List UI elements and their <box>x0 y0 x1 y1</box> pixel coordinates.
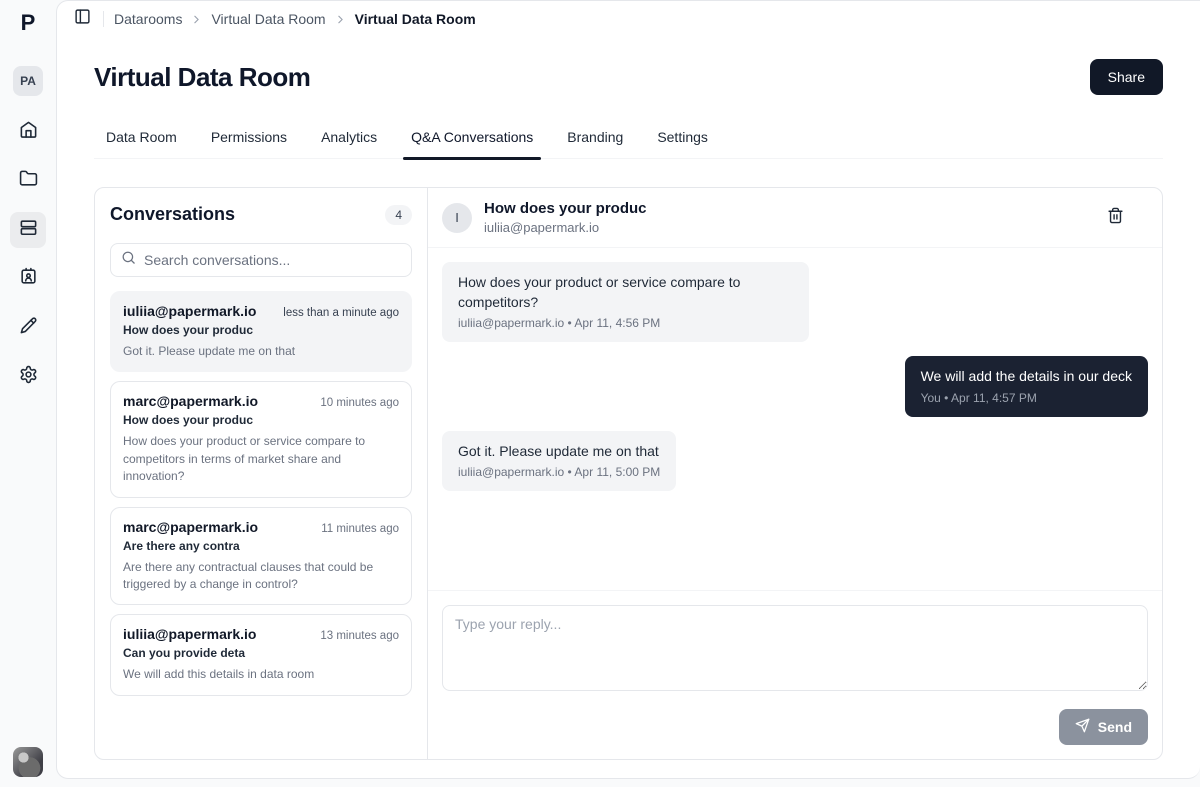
user-avatar[interactable] <box>13 747 43 777</box>
datarooms-icon <box>19 218 38 242</box>
sidebar: P PA <box>0 0 56 787</box>
conversation-email: marc@papermark.io <box>123 518 259 535</box>
conversations-title: Conversations <box>110 204 236 224</box>
pen-icon <box>19 316 38 340</box>
sidebar-item-contacts[interactable] <box>10 261 46 297</box>
tab-qa-conversations[interactable]: Q&A Conversations <box>403 125 542 160</box>
sidebar-item-home[interactable] <box>10 114 46 150</box>
app-logo: P <box>20 10 36 35</box>
chevron-right-icon <box>334 13 347 26</box>
trash-icon <box>1107 207 1124 229</box>
thread-title: How does your produc <box>484 200 647 217</box>
message-bubble: Got it. Please update me on that iuliia@… <box>442 430 677 492</box>
reply-area: Send <box>428 590 1162 759</box>
chevron-right-icon <box>190 13 203 26</box>
share-button[interactable]: Share <box>1089 59 1163 95</box>
conversation-email: iuliia@papermark.io <box>123 303 257 319</box>
thread-pane: I How does your produc iuliia@papermark.… <box>428 188 1162 759</box>
tab-settings[interactable]: Settings <box>655 125 710 158</box>
conversation-preview: Are there any contractual clauses that c… <box>123 559 374 591</box>
thread-header: I How does your produc iuliia@papermark.… <box>428 188 1162 248</box>
topbar-divider <box>103 11 104 27</box>
conversation-time: 11 minutes ago <box>321 522 399 535</box>
conversation-preview: Got it. Please update me on that <box>123 344 296 358</box>
page-title: Virtual Data Room <box>94 61 311 92</box>
breadcrumb-item-parent[interactable]: Virtual Data Room <box>211 11 325 27</box>
message-meta: iuliia@papermark.io • Apr 11, 5:00 PM <box>458 465 661 480</box>
thread-email: iuliia@papermark.io <box>484 220 600 235</box>
sidebar-item-datarooms[interactable] <box>10 212 46 248</box>
delete-conversation-button[interactable] <box>1100 203 1130 233</box>
conversation-title: Can you provide deta <box>123 646 246 661</box>
page-content: Virtual Data Room Share Data Room Permis… <box>57 37 1200 778</box>
panel-left-icon <box>74 8 91 30</box>
conversation-preview: How does your product or service compare… <box>123 434 366 484</box>
conversation-items: iuliia@papermark.io less than a minute a… <box>110 291 412 696</box>
message-meta: You • Apr 11, 4:57 PM <box>920 390 1037 405</box>
conversation-email: marc@papermark.io <box>123 393 259 410</box>
home-icon <box>19 120 38 144</box>
main-panel: Datarooms Virtual Data Room Virtual Data… <box>56 0 1200 779</box>
conversation-list-item[interactable]: iuliia@papermark.io 13 minutes ago Can y… <box>110 614 412 696</box>
page-header: Virtual Data Room Share <box>94 59 1163 95</box>
breadcrumb-item-datarooms[interactable]: Datarooms <box>114 11 182 27</box>
sidebar-item-settings[interactable] <box>10 359 46 395</box>
send-button[interactable]: Send <box>1058 709 1148 745</box>
tab-analytics[interactable]: Analytics <box>319 125 379 158</box>
sidebar-item-branding[interactable] <box>10 310 46 346</box>
topbar: Datarooms Virtual Data Room Virtual Data… <box>57 1 1200 37</box>
send-button-label: Send <box>1097 719 1132 735</box>
message-text: Got it. Please update me on that <box>458 442 659 459</box>
sidebar-item-folders[interactable] <box>10 163 46 199</box>
contacts-icon <box>19 267 38 291</box>
thread-avatar: I <box>442 202 472 233</box>
sidebar-nav <box>10 114 46 395</box>
search-icon <box>121 250 136 270</box>
sidebar-toggle-button[interactable] <box>71 8 93 30</box>
send-row: Send <box>442 709 1148 745</box>
message-list: How does your product or service compare… <box>428 248 1162 590</box>
breadcrumb: Datarooms Virtual Data Room Virtual Data… <box>114 11 476 27</box>
message-bubble: How does your product or service compare… <box>442 262 810 343</box>
conversation-list-header: Conversations 4 <box>110 204 412 225</box>
search-input[interactable] <box>144 252 401 268</box>
send-plane-icon <box>1075 718 1090 736</box>
conversation-list-item[interactable]: marc@papermark.io 11 minutes ago Are the… <box>110 506 412 606</box>
app-root: P PA Datarooms Virtual Data Room Virtual… <box>0 0 1200 787</box>
message-row: We will add the details in our deck You … <box>442 356 1148 417</box>
message-bubble: We will add the details in our deck You … <box>904 356 1148 417</box>
conversation-email: iuliia@papermark.io <box>123 626 257 643</box>
conversation-time: 10 minutes ago <box>320 397 399 410</box>
tab-bar: Data Room Permissions Analytics Q&A Conv… <box>94 125 1163 160</box>
conversation-list-item[interactable]: marc@papermark.io 10 minutes ago How doe… <box>110 381 412 498</box>
conversation-title: How does your produc <box>123 413 254 428</box>
conversation-time: less than a minute ago <box>283 307 399 319</box>
workspace-badge[interactable]: PA <box>13 66 43 96</box>
tab-permissions[interactable]: Permissions <box>209 125 289 158</box>
message-row: How does your product or service compare… <box>442 262 1148 343</box>
conversations-panel: Conversations 4 iuliia@papermark.io less… <box>94 187 1163 760</box>
conversation-list-item[interactable]: iuliia@papermark.io less than a minute a… <box>110 291 412 373</box>
tab-data-room[interactable]: Data Room <box>104 125 179 158</box>
conversation-preview: We will add this details in data room <box>123 667 315 682</box>
reply-input[interactable] <box>442 605 1148 691</box>
conversations-count-badge: 4 <box>385 204 412 225</box>
message-text: How does your product or service compare… <box>458 274 741 310</box>
conversation-title: How does your produc <box>123 323 254 337</box>
message-meta: iuliia@papermark.io • Apr 11, 4:56 PM <box>458 316 661 331</box>
settings-gear-icon <box>19 365 38 389</box>
conversation-search <box>110 243 412 277</box>
message-row: Got it. Please update me on that iuliia@… <box>442 430 1148 492</box>
message-text: We will add the details in our deck <box>920 368 1132 385</box>
folder-icon <box>19 169 38 193</box>
thread-meta: How does your produc iuliia@papermark.io <box>484 200 1088 235</box>
conversation-time: 13 minutes ago <box>320 630 399 643</box>
conversation-title: Are there any contra <box>123 538 240 553</box>
breadcrumb-item-current: Virtual Data Room <box>354 11 476 27</box>
tab-branding[interactable]: Branding <box>565 125 625 158</box>
conversation-list-pane: Conversations 4 iuliia@papermark.io less… <box>95 188 428 759</box>
